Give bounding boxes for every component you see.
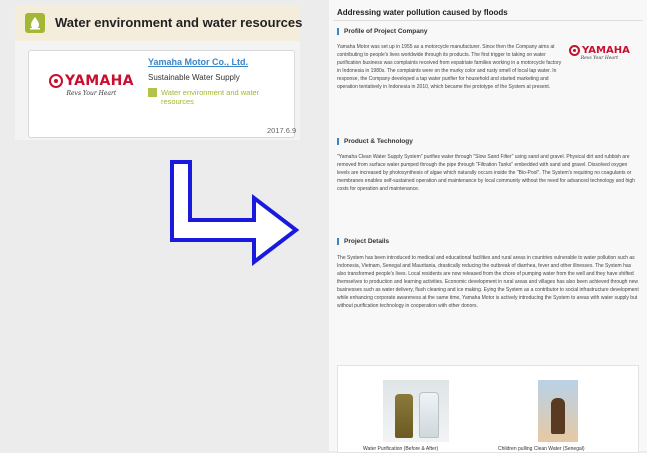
- company-link[interactable]: Yamaha Motor Co., Ltd.: [148, 57, 248, 67]
- post-date: 2017.6.9: [267, 126, 297, 135]
- arrow-icon: [170, 160, 300, 266]
- project-subtitle: Sustainable Water Supply: [148, 73, 240, 82]
- yamaha-logo: YAMAHA Revs Your Heart: [569, 45, 630, 61]
- yamaha-logo: YAMAHA Revs Your Heart: [49, 73, 134, 97]
- divider: [333, 20, 643, 21]
- project-title: Addressing water pollution caused by flo…: [337, 8, 508, 17]
- water-resources-icon: [25, 13, 45, 33]
- tag-icon: [148, 88, 157, 97]
- photo-caption: Children pulling Clean Water (Senegal): [498, 446, 585, 452]
- section-text-profile: Yamaha Motor was set up in 1955 as a mot…: [337, 44, 562, 90]
- photo-gallery: Water Purification (Before & After) Chil…: [337, 365, 639, 453]
- water-purification-photo[interactable]: [383, 380, 449, 442]
- section-text-product: "Yamaha Clean Water Supply System" purif…: [337, 154, 635, 192]
- category-card: Water environment and water resources YA…: [15, 5, 303, 140]
- category-tag[interactable]: Water environment and water resources: [161, 88, 271, 106]
- photo-caption: Water Purification (Before & After): [363, 446, 439, 452]
- project-detail-panel: Addressing water pollution caused by flo…: [329, 0, 647, 453]
- section-heading-details: Project Details: [337, 238, 389, 245]
- section-text-details: The System has been introduced to medica…: [337, 255, 639, 309]
- category-header: Water environment and water resources: [15, 5, 303, 41]
- section-heading-product: Product & Technology: [337, 138, 413, 145]
- category-title: Water environment and water resources: [55, 15, 303, 30]
- section-heading-profile: Profile of Project Company: [337, 28, 427, 35]
- children-water-photo[interactable]: [538, 380, 578, 442]
